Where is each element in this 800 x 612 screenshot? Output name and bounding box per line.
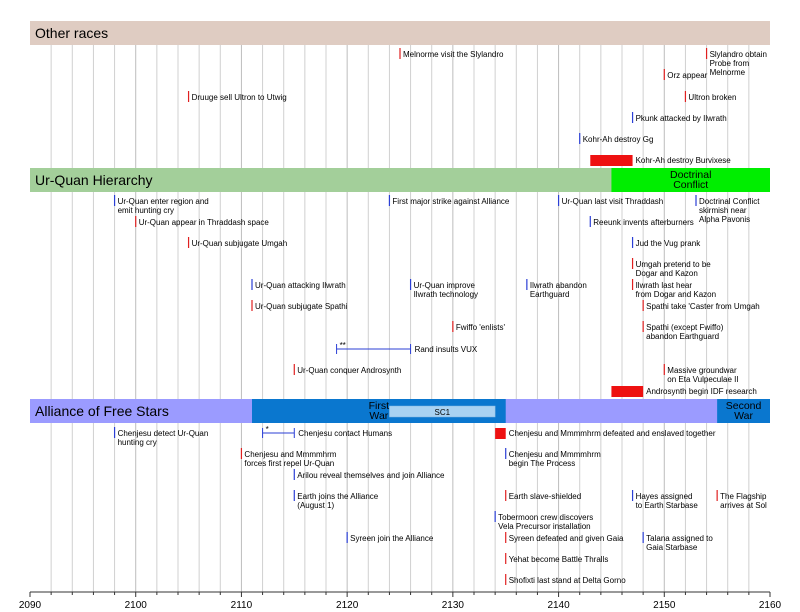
x-tick-label: 2090 [19, 600, 42, 611]
event-label: Syreen defeated and given Gaia [509, 534, 624, 543]
era-label: First War [369, 400, 389, 422]
event-range-mark: * [266, 425, 269, 434]
event-label: Chenjesu contact Humans [298, 429, 392, 438]
section-title: Other races [35, 25, 108, 41]
x-tick-label: 2160 [759, 600, 782, 611]
event-label: Jud the Vug prank [636, 239, 702, 248]
event-label: Androsynth begin IDF research [646, 387, 757, 396]
section-title: Alliance of Free Stars [35, 403, 169, 419]
event-label: Doctrinal Conflict skirmish near Alpha Pav… [699, 197, 760, 224]
event-bar [590, 155, 633, 166]
event-label: Kohr-Ah destroy Gg [583, 135, 654, 144]
event-label: Ur-Quan enter region and emit hunting cry [118, 197, 209, 215]
x-tick-label: 2110 [231, 600, 253, 611]
event-label: Ilwrath last hear from Dogar and Kazon [636, 281, 717, 299]
x-tick-label: 2140 [547, 600, 570, 611]
event-label: Slylandro obtain Probe from Melnorme [710, 50, 767, 77]
event-label: Fwiffo 'enlists' [456, 323, 506, 332]
event-label: Earth joins the Alliance (August 1) [297, 492, 378, 510]
event-label: Massive groundwar on Eta Vulpeculae II [667, 366, 738, 384]
event-label: Chenjesu detect Ur-Quan hunting cry [118, 429, 209, 447]
x-tick-label: 2100 [125, 600, 148, 611]
event-label: Ilwrath abandon Earthguard [530, 281, 587, 299]
event-label: Ur-Quan last visit Thraddash [562, 197, 664, 206]
event-label: Druuge sell Ultron to Utwig [192, 93, 287, 102]
timeline-chart: Other races Doctrinal Conflict Ur-Quan Hier… [19, 21, 782, 611]
event-label: Reeunk invents afterburners [593, 218, 694, 227]
event-label: Syreen join the Alliance [350, 534, 434, 543]
event-label: Earth slave-shielded [509, 492, 581, 501]
event-label: Hayes assigned to Earth Starbase [636, 492, 699, 510]
section-title: Ur-Quan Hierarchy [35, 172, 152, 188]
event-label: Ur-Quan improve Ilwrath technology [414, 281, 478, 299]
event-label: Orz appear [667, 71, 707, 80]
event-label: Ur-Quan conquer Androsynth [297, 366, 401, 375]
event-label: Ur-Quan appear in Thraddash space [139, 218, 270, 227]
event-label: Shofixti last stand at Delta Gorno [509, 576, 627, 585]
x-tick-label: 2130 [442, 600, 465, 611]
event-label: Arilou reveal themselves and join Allian… [297, 471, 445, 480]
event-label: Spathi take 'Caster from Umgah [646, 302, 760, 311]
event-label: Spathi (except Fwiffo) abandon Earthguard [646, 323, 724, 341]
event-label: Pkunk attacked by Ilwrath [636, 114, 727, 123]
event-label: Ur-Quan subjugate Umgah [192, 239, 288, 248]
x-tick-label: 2150 [653, 600, 676, 611]
event-bar [611, 386, 644, 397]
event-label: Umgah pretend to be Dogar and Kazon [636, 260, 712, 278]
event-label: Chenjesu and Mmmmhrm begin The Process [509, 450, 601, 468]
event-label: Tobermoon crew discovers Vela Precursor i… [498, 513, 593, 531]
event-range-mark: ** [340, 341, 346, 350]
event-label: Ultron broken [688, 93, 736, 102]
event-label: Chenjesu and Mmmmhrm forces first repel U… [244, 450, 336, 468]
era-label: Doctrinal Conflict [670, 169, 711, 191]
event-label: Kohr-Ah destroy Burvixese [636, 156, 732, 165]
subera-label: SC1 [435, 408, 451, 417]
event-label: Ur-Quan attacking Ilwrath [255, 281, 346, 290]
event-label: Melnorme visit the Slylandro [403, 50, 504, 59]
event-label: Yehat become Battle Thralls [509, 555, 609, 564]
event-label: The Flagship arrives at Sol [720, 492, 767, 510]
event-label: Ur-Quan subjugate Spathi [255, 302, 348, 311]
x-axis: 2090 2100 2110 2120 2130 2140 2150 2160 [19, 591, 782, 611]
event-marks: Melnorme visit the Slylandro Slylandro ob… [113, 48, 767, 585]
event-label: Talana assigned to Gaia Starbase [646, 534, 713, 552]
event-label: Chenjesu and Mmmmhrm defeated and enslav… [509, 429, 716, 438]
event-label: Rand insults VUX [415, 345, 478, 354]
section-band [30, 21, 770, 45]
event-label: First major strike against Alliance [392, 197, 509, 206]
x-tick-label: 2120 [336, 600, 359, 611]
event-bar [495, 428, 506, 439]
